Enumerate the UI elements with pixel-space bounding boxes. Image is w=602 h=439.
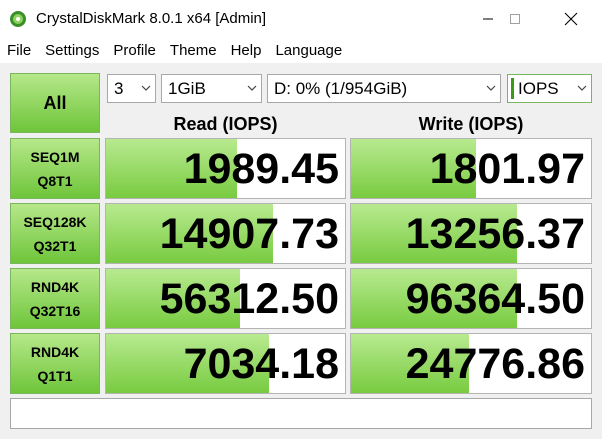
read-result: 7034.18 [105,333,346,394]
maximize-icon [510,14,520,24]
comment-field[interactable] [10,398,592,429]
chevron-down-icon [577,85,587,91]
close-icon [564,12,578,26]
test-params: Q8T1 [37,172,73,189]
app-icon [9,10,27,28]
menu-bar: File Settings Profile Theme Help Languag… [0,38,602,63]
menu-language[interactable]: Language [268,38,349,63]
read-value: 14907.73 [159,210,339,258]
drive-value: D: 0% (1/954GiB) [274,79,408,98]
test-name: RND4K [30,343,80,360]
read-result: 56312.50 [105,268,346,329]
menu-help[interactable]: Help [224,38,269,63]
test-button-seq1m-q8t1[interactable]: SEQ1M Q8T1 [10,138,100,199]
close-button[interactable] [548,0,594,38]
write-result: 1801.97 [350,138,592,199]
test-count-value: 3 [114,79,124,98]
menu-profile[interactable]: Profile [106,38,163,63]
test-button-rnd4k-q1t1[interactable]: RND4K Q1T1 [10,333,100,394]
write-result: 24776.86 [350,333,592,394]
read-value: 1989.45 [183,145,339,193]
write-column-header: Write (IOPS) [418,114,524,134]
write-value: 13256.37 [405,210,585,258]
read-value: 56312.50 [159,275,339,323]
test-size-select[interactable]: 1GiB [161,74,262,103]
read-result: 1989.45 [105,138,346,199]
test-count-select[interactable]: 3 [107,74,156,103]
focus-indicator [511,78,514,99]
menu-settings[interactable]: Settings [38,38,106,63]
maximize-button[interactable] [492,0,538,38]
read-value: 7034.18 [183,340,339,388]
read-column-header: Read (IOPS) [173,114,278,134]
menu-file[interactable]: File [0,38,38,63]
test-params: Q32T16 [29,302,81,319]
chevron-down-icon [141,85,151,91]
write-value: 96364.50 [405,275,585,323]
read-result: 14907.73 [105,203,346,264]
test-name: SEQ128K [23,213,87,230]
test-button-rnd4k-q32t16[interactable]: RND4K Q32T16 [10,268,100,329]
test-params: Q32T1 [33,237,77,254]
all-button[interactable]: All [10,73,100,133]
test-name: SEQ1M [30,148,80,165]
menu-theme[interactable]: Theme [163,38,224,63]
write-result: 13256.37 [350,203,592,264]
unit-value: IOPS [518,79,559,98]
write-value: 24776.86 [405,340,585,388]
write-value: 1801.97 [429,145,585,193]
test-name: RND4K [30,278,80,295]
test-params: Q1T1 [37,367,73,384]
write-result: 96364.50 [350,268,592,329]
test-size-value: 1GiB [168,79,206,98]
window-title: CrystalDiskMark 8.0.1 x64 [Admin] [36,10,267,27]
drive-select[interactable]: D: 0% (1/954GiB) [267,74,501,103]
test-button-seq128k-q32t1[interactable]: SEQ128K Q32T1 [10,203,100,264]
chevron-down-icon [486,85,496,91]
chevron-down-icon [247,85,257,91]
unit-select[interactable]: IOPS [507,74,592,103]
